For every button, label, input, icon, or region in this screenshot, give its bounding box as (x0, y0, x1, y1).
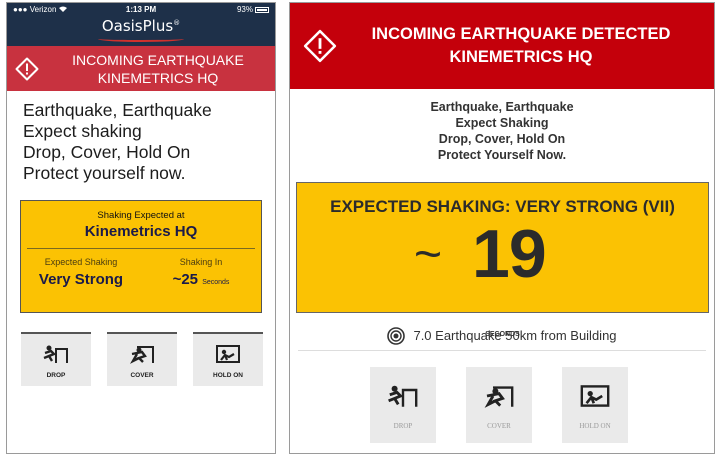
message-line: Drop, Cover, Hold On (438, 132, 566, 146)
quake-info: 7.0 Earthquake 50km from Building (298, 321, 706, 351)
cover-action: COVER (466, 367, 532, 443)
action-label: HOLD ON (579, 422, 611, 430)
expected-shaking-heading: EXPECTED SHAKING: VERY STRONG (VII) (330, 197, 675, 216)
cover-action: COVER (107, 332, 177, 386)
alert-banner: INCOMING EARTHQUAKE DETECTED KINEMETRICS… (290, 3, 714, 89)
message-line: Protect Yourself Now. (437, 148, 567, 162)
hold-on-icon (580, 385, 610, 407)
hold-on-action: HOLD ON (562, 367, 628, 443)
status-time: 1:13 PM (125, 5, 157, 14)
shaking-expected-label: Shaking Expected at (97, 210, 185, 221)
countdown-value: 19 (472, 216, 547, 292)
drop-action: DROP (21, 332, 91, 386)
desktop-alert-panel: INCOMING EARTHQUAKE DETECTED KINEMETRICS… (289, 2, 715, 454)
message-line: Earthquake, Earthquake (23, 100, 212, 120)
divider (27, 248, 255, 249)
alert-banner: INCOMING EARTHQUAKE KINEMETRICS HQ (7, 46, 275, 91)
expected-shaking-col: Expected Shaking Very Strong (21, 257, 141, 288)
action-guide: DROP COVER HOLD ON (21, 332, 263, 386)
quake-info-text: 7.0 Earthquake 50km from Building (413, 328, 617, 343)
drop-icon (43, 345, 68, 363)
shaking-card: EXPECTED SHAKING: VERY STRONG (VII) ~ 19… (296, 182, 709, 338)
shaking-in-col: Shaking In ~25 Seconds (141, 257, 261, 288)
drop-action: DROP (370, 367, 436, 443)
alert-banner-text: INCOMING EARTHQUAKE KINEMETRICS HQ (72, 51, 244, 86)
hold-on-action: HOLD ON (193, 332, 263, 386)
countdown: ~ 19 SECONDS (297, 216, 708, 338)
alert-banner-text: INCOMING EARTHQUAKE DETECTED KINEMETRICS… (371, 25, 671, 66)
action-label: DROP (46, 372, 66, 379)
countdown-value: ~25 Seconds (172, 271, 230, 288)
message-line: Expect Shaking (455, 116, 549, 130)
app-title: OasisPlus® (7, 17, 275, 42)
countdown-tilde: ~ (414, 228, 443, 281)
battery-icon (255, 6, 269, 13)
alert-message: Earthquake, Earthquake Expect shaking Dr… (7, 91, 275, 184)
action-label: DROP (393, 422, 413, 430)
action-guide: DROP COVER HOLD ON (370, 367, 658, 443)
logo-swoosh (98, 36, 184, 42)
cover-icon (129, 346, 154, 364)
message-line: Expect shaking (23, 121, 142, 141)
target-icon (387, 326, 406, 345)
action-label: HOLD ON (213, 372, 243, 379)
warning-icon (7, 57, 47, 81)
alert-message: Earthquake, Earthquake Expect Shaking Dr… (290, 99, 714, 163)
message-line: Drop, Cover, Hold On (23, 142, 191, 162)
action-label: COVER (487, 422, 511, 430)
drop-icon (388, 385, 418, 407)
expected-shaking-value: Very Strong (38, 271, 124, 288)
message-line: Protect yourself now. (23, 163, 186, 183)
warning-icon (290, 29, 350, 63)
phone-screen: ●●● Verizon 1:13 PM 93% OasisPlus® INCOM… (6, 2, 276, 454)
action-label: COVER (130, 372, 154, 379)
status-bar: ●●● Verizon 1:13 PM 93% OasisPlus® (7, 3, 275, 46)
location-name: Kinemetrics HQ (84, 223, 198, 240)
hold-on-icon (216, 345, 240, 363)
message-line: Earthquake, Earthquake (430, 100, 574, 114)
cover-icon (484, 386, 514, 408)
shaking-card: Shaking Expected at Kinemetrics HQ Expec… (20, 200, 262, 313)
status-battery: 93% (237, 5, 269, 14)
